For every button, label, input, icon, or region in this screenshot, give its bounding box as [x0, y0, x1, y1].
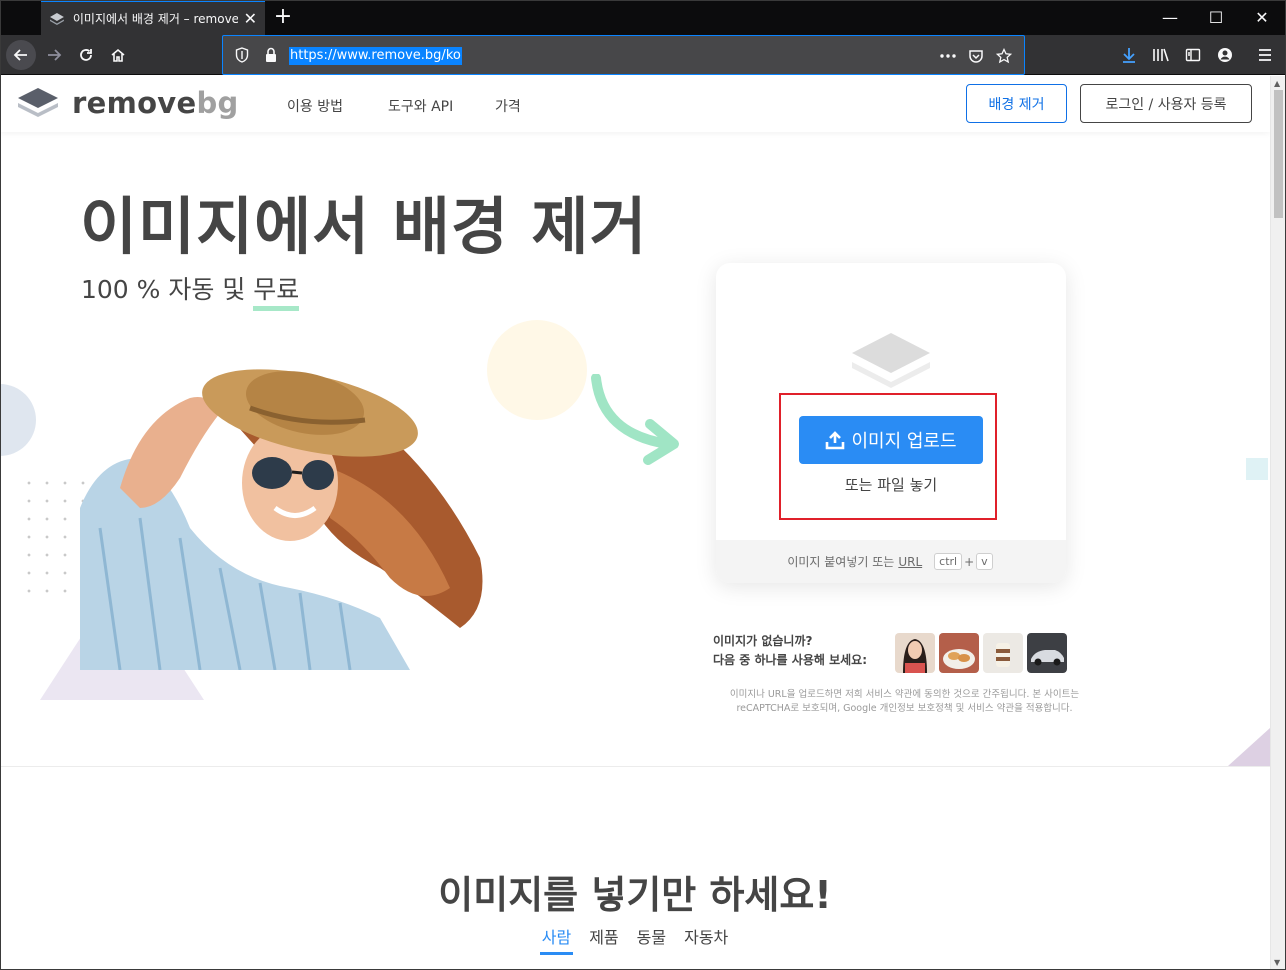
forward-button[interactable] — [39, 40, 69, 70]
browser-toolbar: https://www.remove.bg/ko — [0, 35, 1286, 75]
paste-url-bar: 이미지 붙여넣기 또는 URL ctrl + v — [716, 540, 1066, 583]
kbd-plus: + — [964, 554, 975, 569]
decor-triangle-right — [1228, 728, 1270, 766]
sidebar-icon — [1185, 48, 1201, 62]
reload-button[interactable] — [71, 40, 101, 70]
upload-image-button[interactable]: 이미지 업로드 — [799, 416, 983, 464]
window-minimize-button[interactable]: — — [1147, 0, 1193, 35]
account-button[interactable] — [1210, 40, 1240, 70]
sample-image-food[interactable] — [939, 633, 979, 673]
url-link[interactable]: URL — [898, 555, 922, 569]
no-image-line2: 다음 중 하나를 사용해 보세요: — [713, 653, 867, 667]
library-button[interactable] — [1146, 40, 1176, 70]
hero-woman-photo — [80, 369, 483, 670]
hamburger-menu-icon — [1259, 49, 1271, 61]
paste-text: 이미지 붙여넣기 또는 — [787, 555, 895, 569]
hero-subtitle: 100 % 자동 및 무료 — [81, 270, 300, 311]
page-scrollbar[interactable]: ▲ ▼ — [1270, 76, 1286, 970]
decor-circle-left — [0, 384, 36, 456]
tab-products[interactable]: 제품 — [587, 924, 620, 955]
tab-close-icon[interactable]: ✕ — [244, 9, 257, 28]
window-maximize-button[interactable]: ☐ — [1193, 0, 1239, 35]
new-tab-button[interactable]: + — [272, 4, 294, 30]
decor-circle — [487, 320, 587, 420]
arrow-right-icon — [48, 49, 62, 61]
upload-button-label: 이미지 업로드 — [851, 431, 957, 452]
tab-people[interactable]: 사람 — [539, 924, 574, 955]
hero-title: 이미지에서 배경 제거 — [80, 190, 648, 263]
address-bar[interactable]: https://www.remove.bg/ko — [222, 35, 1025, 75]
back-button[interactable] — [6, 40, 36, 70]
menu-button[interactable] — [1250, 40, 1280, 70]
scrollbar-thumb[interactable] — [1274, 90, 1283, 218]
kbd-v: v — [976, 553, 993, 570]
sample-image-woman[interactable] — [895, 633, 935, 673]
home-button[interactable] — [103, 40, 133, 70]
tracking-protection-shield-icon[interactable] — [235, 47, 249, 63]
remove-background-button[interactable]: 배경 제거 — [966, 84, 1067, 123]
downloads-button[interactable] — [1114, 40, 1144, 70]
library-icon — [1153, 48, 1169, 62]
browser-tab-bar: 이미지에서 배경 제거 – remove.bg ✕ + — ☐ ✕ — [0, 0, 1286, 35]
no-image-line1: 이미지가 없습니까? — [713, 634, 813, 648]
home-icon — [111, 48, 125, 62]
category-tabs: 사람 제품 동물 자동차 — [0, 924, 1270, 955]
nav-link-tools-api[interactable]: 도구와 API — [388, 96, 453, 116]
account-icon — [1218, 48, 1232, 62]
curved-arrow-icon — [591, 374, 679, 465]
layers-placeholder-icon — [852, 333, 930, 388]
download-arrow-icon — [1123, 48, 1135, 63]
logo-text: removebg — [72, 86, 239, 120]
legal-notice: 이미지나 URL을 업로드하면 저희 서비스 약관에 동의한 것으로 간주됩니다… — [729, 689, 1080, 714]
drop-file-text: 또는 파일 놓기 — [844, 476, 938, 494]
upload-card: 이미지 업로드 또는 파일 놓기 이미지 붙여넣기 또는 URL ctrl + … — [716, 263, 1066, 583]
lock-icon[interactable] — [265, 47, 277, 63]
sample-image-car[interactable] — [1027, 633, 1067, 673]
kbd-ctrl: ctrl — [934, 553, 963, 570]
login-signup-button[interactable]: 로그인 / 사용자 등록 — [1080, 84, 1252, 123]
bookmark-star-icon[interactable] — [994, 46, 1014, 66]
section-divider — [0, 766, 1270, 767]
web-page: removebg 이용 방법 도구와 API 가격 배경 제거 로그인 / 사용… — [0, 76, 1270, 970]
upload-icon — [826, 431, 845, 450]
layers-logo-icon — [18, 88, 58, 117]
arrow-left-icon — [13, 49, 27, 61]
tab-title: 이미지에서 배경 제거 – remove.bg — [72, 12, 238, 26]
window-close-button[interactable]: ✕ — [1239, 0, 1285, 35]
removebg-favicon-icon — [49, 12, 64, 25]
section2-title: 이미지를 넣기만 하세요! — [438, 873, 832, 917]
page-actions-icon[interactable] — [938, 46, 958, 66]
site-header: removebg 이용 방법 도구와 API 가격 배경 제거 로그인 / 사용… — [0, 76, 1270, 132]
sample-image-dessert[interactable] — [983, 633, 1023, 673]
browser-tab-active[interactable]: 이미지에서 배경 제거 – remove.bg ✕ — [41, 0, 265, 35]
sidebar-button[interactable] — [1178, 40, 1208, 70]
no-image-prompt: 이미지가 없습니까? 다음 중 하나를 사용해 보세요: — [713, 632, 867, 670]
scroll-down-arrow-icon[interactable]: ▼ — [1274, 958, 1280, 967]
pocket-icon[interactable] — [966, 46, 986, 66]
nav-link-how-to[interactable]: 이용 방법 — [287, 96, 343, 116]
keyboard-shortcut: ctrl + v — [932, 553, 995, 570]
decor-square — [1246, 458, 1268, 480]
tab-animals[interactable]: 동물 — [635, 924, 668, 955]
tab-cars[interactable]: 자동차 — [682, 924, 730, 955]
free-highlight: 무료 — [253, 275, 300, 311]
removebg-logo[interactable]: removebg — [16, 86, 239, 120]
nav-link-pricing[interactable]: 가격 — [495, 96, 521, 116]
reload-icon — [80, 49, 92, 61]
scroll-up-arrow-icon[interactable]: ▲ — [1274, 79, 1280, 88]
url-text[interactable]: https://www.remove.bg/ko — [289, 47, 462, 65]
